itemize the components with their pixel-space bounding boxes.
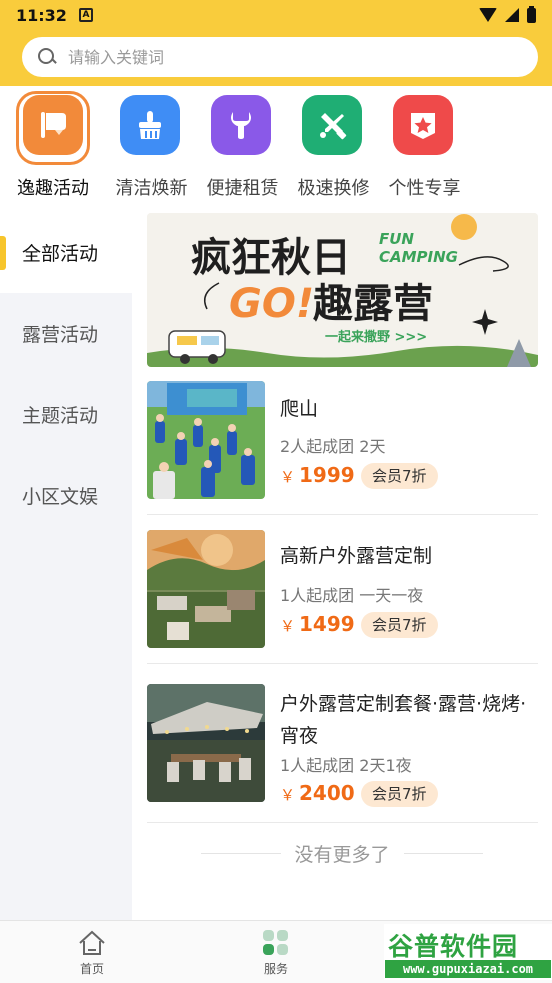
product-price: ￥ 1499	[280, 612, 355, 636]
flag-icon	[23, 95, 83, 155]
banner-headline: 疯狂秋日	[191, 235, 351, 281]
currency-symbol: ￥	[280, 617, 296, 635]
sidebar-item-label: 全部活动	[22, 243, 99, 265]
product-price: ￥ 2400	[280, 781, 355, 805]
sidebar-item-camping[interactable]: 露营活动	[0, 293, 132, 374]
search-icon	[38, 48, 56, 66]
broom-icon	[120, 95, 180, 155]
category-label: 个性专享	[388, 178, 461, 199]
list-divider	[147, 514, 538, 515]
active-indicator	[0, 236, 6, 270]
banner-art: 疯狂秋日 FUN CAMPING GO! 趣露营 一起来撒野 >>>	[147, 213, 538, 367]
status-time: 11:32	[16, 5, 67, 25]
member-discount-badge: 会员7折	[361, 612, 438, 638]
list-divider	[147, 822, 538, 823]
banner-tagline: 一起来撒野 >>>	[325, 329, 427, 345]
product-card[interactable]: 爬山 2人起成团 2天 ￥ 1999 会员7折	[147, 381, 538, 499]
category-rental[interactable]: 便捷租赁	[197, 86, 288, 199]
notification-a-icon: A	[78, 8, 93, 22]
product-thumbnail	[147, 530, 265, 648]
category-label: 便捷租赁	[206, 178, 279, 199]
banner-en-line2: CAMPING	[379, 248, 458, 266]
promo-banner[interactable]: 疯狂秋日 FUN CAMPING GO! 趣露营 一起来撒野 >>>	[147, 213, 538, 367]
product-card[interactable]: 户外露营定制套餐·露营·烧烤·宵夜 1人起成团 2天1夜 ￥ 2400 会员7折	[147, 684, 538, 807]
search-input[interactable]	[68, 47, 488, 67]
product-subtitle: 1人起成团 一天一夜	[280, 586, 424, 605]
product-thumbnail	[147, 684, 265, 802]
sidebar-item-community[interactable]: 小区文娱	[0, 455, 132, 536]
nav-label: 服务	[263, 962, 288, 976]
product-title: 户外露营定制套餐·露营·烧烤·宵夜	[280, 693, 527, 747]
product-thumbnail	[147, 381, 265, 499]
home-icon	[79, 930, 105, 955]
nav-services[interactable]: 服务	[246, 929, 306, 977]
category-label: 清洁焕新	[115, 178, 188, 199]
banner-en-line1: FUN	[379, 230, 414, 248]
app-header: 11:32 A	[0, 0, 552, 86]
category-row: 逸趣活动 清洁焕新 便捷租赁 极速换修 个性专享	[0, 86, 552, 199]
watermark-url: www.gupuxiazai.com	[385, 960, 551, 978]
sidebar-item-theme[interactable]: 主题活动	[0, 374, 132, 455]
wrench-icon	[211, 95, 271, 155]
currency-symbol: ￥	[280, 468, 296, 486]
member-discount-badge: 会员7折	[361, 781, 438, 807]
star-badge-icon	[393, 95, 453, 155]
services-icon	[263, 930, 288, 955]
member-discount-badge: 会员7折	[361, 463, 438, 489]
category-clean[interactable]: 清洁焕新	[106, 86, 197, 199]
price-value: 2400	[299, 781, 355, 805]
battery-icon	[527, 5, 536, 23]
no-more-indicator: 没有更多了	[201, 840, 484, 866]
category-label: 逸趣活动	[17, 178, 89, 199]
category-exclusive[interactable]: 个性专享	[379, 86, 470, 199]
no-more-text: 没有更多了	[294, 843, 390, 866]
sidebar-item-label: 小区文娱	[22, 486, 99, 508]
divider-line	[201, 852, 281, 854]
watermark-brand: 谷普软件园	[388, 932, 519, 961]
product-subtitle: 2人起成团 2天	[280, 437, 386, 456]
sidebar-item-all[interactable]: 全部活动	[0, 212, 132, 293]
currency-symbol: ￥	[280, 786, 296, 804]
product-title: 高新户外露营定制	[280, 545, 433, 567]
activity-sidebar: 全部活动 露营活动 主题活动 小区文娱	[0, 212, 132, 920]
price-value: 1499	[299, 612, 355, 636]
product-card[interactable]: 高新户外露营定制 1人起成团 一天一夜 ￥ 1499 会员7折	[147, 530, 538, 648]
list-divider	[147, 663, 538, 664]
sidebar-item-label: 露营活动	[22, 324, 99, 346]
signal-icon	[505, 8, 519, 22]
wifi-icon	[479, 8, 497, 22]
divider-line	[403, 852, 484, 854]
nav-home[interactable]: 首页	[62, 929, 122, 977]
tools-icon	[302, 95, 362, 155]
price-value: 1999	[299, 463, 355, 487]
nav-label: 首页	[79, 962, 104, 976]
category-yiqu[interactable]: 逸趣活动	[0, 86, 106, 199]
product-price: ￥ 1999	[280, 463, 355, 487]
status-icons	[479, 5, 536, 23]
banner-subhead: 趣露营	[313, 281, 433, 327]
product-subtitle: 1人起成团 2天1夜	[280, 756, 412, 775]
sidebar-item-label: 主题活动	[22, 405, 99, 427]
category-label: 极速换修	[297, 178, 370, 199]
search-bar[interactable]	[22, 37, 538, 77]
status-bar: 11:32 A	[0, 0, 552, 30]
product-title: 爬山	[280, 398, 319, 420]
category-repair[interactable]: 极速换修	[288, 86, 379, 199]
banner-go: GO!	[229, 281, 314, 327]
